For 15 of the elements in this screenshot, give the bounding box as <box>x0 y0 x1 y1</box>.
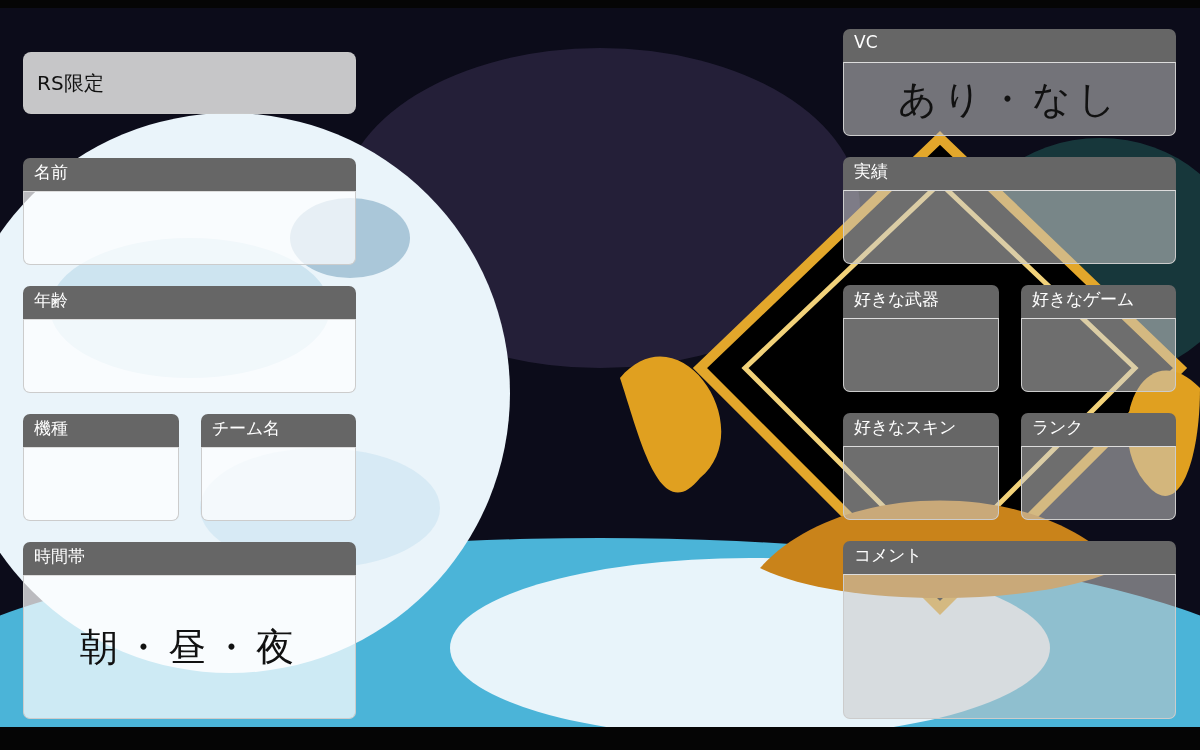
field-label: 好きなゲーム <box>1020 285 1176 318</box>
field-label: チーム名 <box>200 414 356 447</box>
field-label: 時間帯 <box>23 542 356 575</box>
field-label: ランク <box>1020 413 1176 446</box>
field-label: 実績 <box>843 157 1176 190</box>
field-label: 年齢 <box>23 286 356 319</box>
option-text: あり・なし <box>897 75 1122 123</box>
field-label: VC <box>843 29 1176 62</box>
field-label: 好きなスキン <box>843 413 999 446</box>
option-text: 朝・昼・夜 <box>79 623 300 671</box>
field-label: 好きな武器 <box>843 285 999 318</box>
field-label: 機種 <box>23 414 179 447</box>
field-label: コメント <box>843 541 1176 574</box>
title-label: RS限定 <box>23 52 356 114</box>
field-label: 名前 <box>23 158 356 191</box>
